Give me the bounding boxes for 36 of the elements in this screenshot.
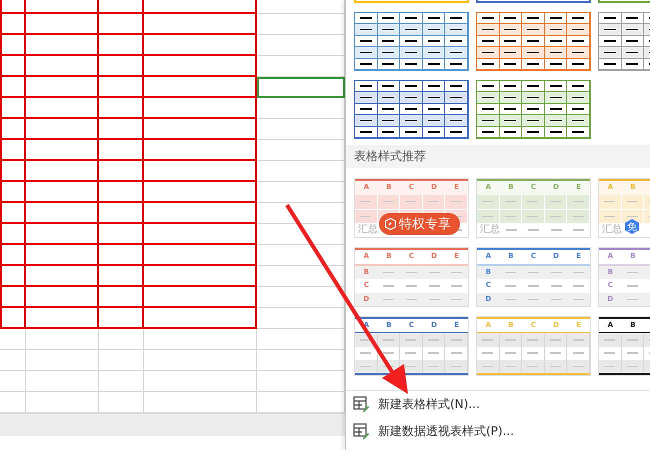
shield-icon <box>385 218 396 230</box>
table-style-thumbnail[interactable] <box>354 80 469 139</box>
table-style-thumbnail[interactable] <box>354 0 469 3</box>
sheet-cell <box>99 77 144 98</box>
section-title: 表格样式推荐 <box>354 148 426 165</box>
table-style-thumbnail[interactable] <box>476 0 591 3</box>
menu-item[interactable]: 新建表格样式(N)... <box>346 391 650 418</box>
sheet-cell <box>99 35 144 56</box>
summary-label: 汇总 <box>601 225 622 236</box>
menu-item[interactable]: 新建数据透视表样式(P)... <box>346 418 650 445</box>
sheet-cell <box>99 266 144 287</box>
summary-label: 汇总 <box>479 225 500 236</box>
sheet-cell <box>99 14 144 35</box>
premium-badge[interactable]: 特权专享 <box>379 213 460 235</box>
sheet-cell <box>99 224 144 245</box>
sheet-cell <box>99 245 144 266</box>
sheet-cell <box>99 98 144 119</box>
sheet-cell <box>99 329 144 350</box>
table-style-thumbnail[interactable] <box>476 12 591 71</box>
sheet-cell <box>99 182 144 203</box>
sheet-cell <box>99 161 144 182</box>
sheet-cell <box>99 287 144 308</box>
sheet-cell <box>99 371 144 392</box>
table-style-thumbnail[interactable] <box>354 12 469 71</box>
table-edit-icon <box>353 396 370 413</box>
sheet-cell <box>99 0 144 14</box>
summary-label: 汇总 <box>357 225 378 236</box>
sheet-cell <box>99 350 144 371</box>
table-style-thumbnail[interactable] <box>476 80 591 139</box>
free-badge: 免 <box>625 219 639 234</box>
sheet-cell <box>99 203 144 224</box>
sheet-cell <box>99 140 144 161</box>
sheet-cell <box>99 56 144 77</box>
sheet-cell <box>99 308 144 329</box>
sheet-cell <box>99 119 144 140</box>
table-edit-icon <box>353 423 370 440</box>
